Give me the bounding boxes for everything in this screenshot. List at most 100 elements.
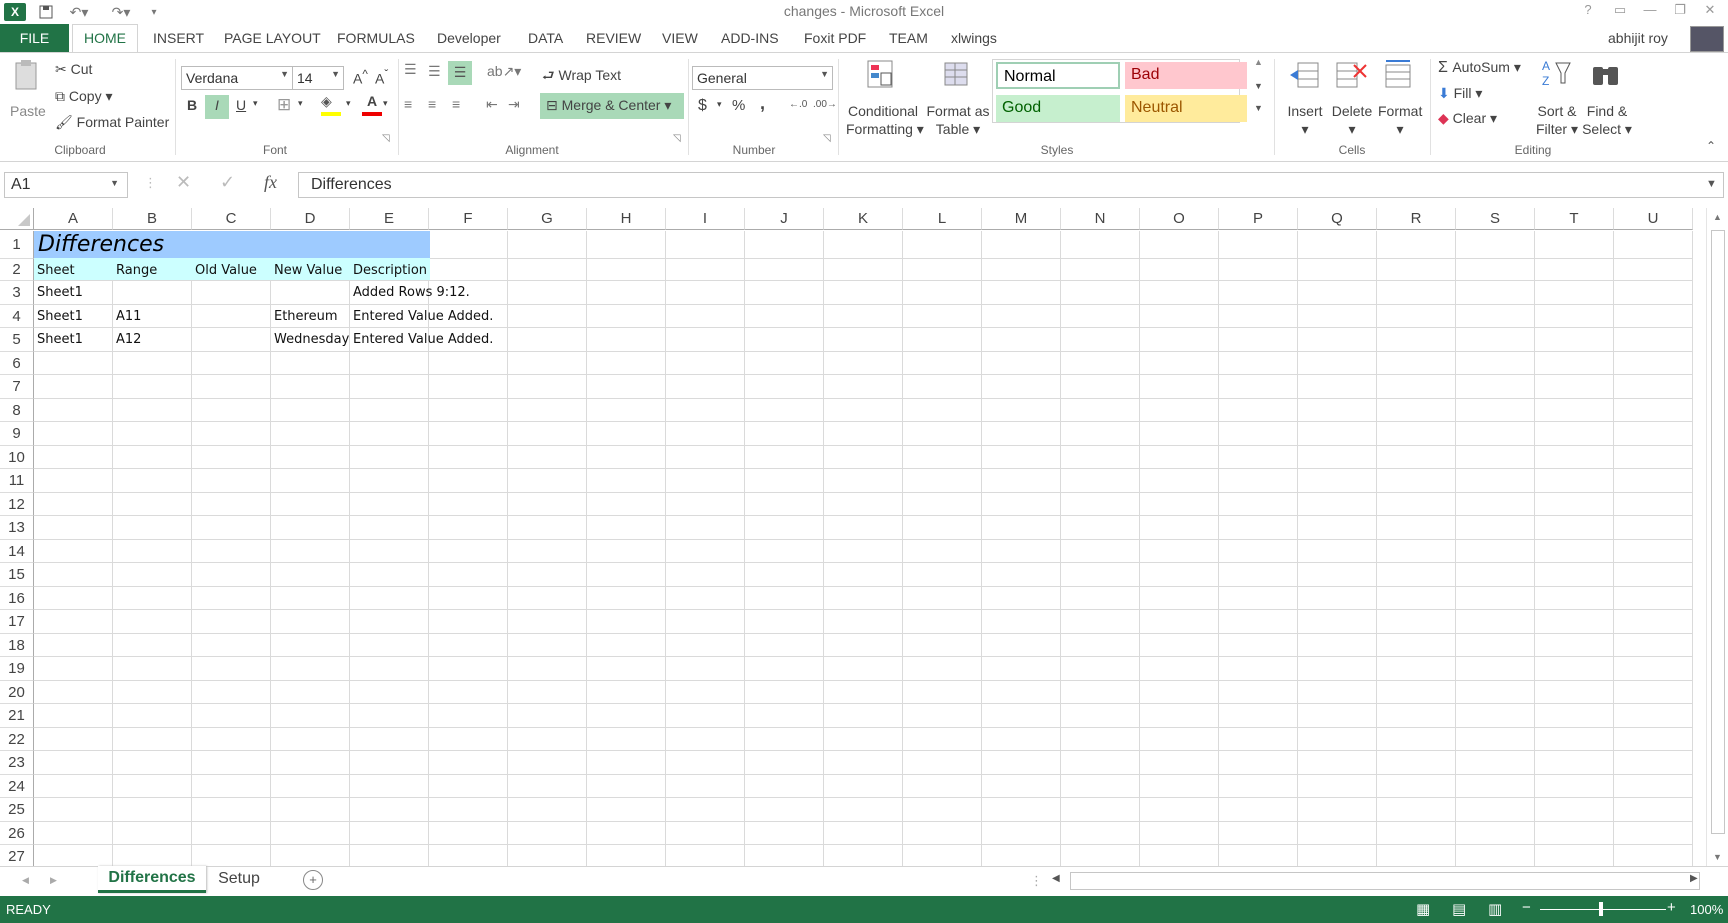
horizontal-scrollbar[interactable] — [1070, 872, 1700, 890]
sheet-title-cell[interactable]: Differences — [35, 232, 164, 257]
comma-button[interactable]: , — [760, 93, 765, 114]
row-header[interactable]: 24 — [0, 774, 34, 798]
prev-sheet-icon[interactable]: ◀ — [22, 875, 29, 886]
tab-data[interactable]: DATA — [528, 30, 563, 46]
row-header[interactable]: 22 — [0, 727, 34, 751]
number-format-select[interactable]: General ▼ — [692, 66, 833, 90]
font-color-dropdown-icon[interactable]: ▾ — [383, 98, 388, 109]
style-bad[interactable]: Bad — [1125, 62, 1247, 89]
tab-add-ins[interactable]: ADD-INS — [721, 30, 779, 46]
style-good[interactable]: Good — [996, 95, 1120, 122]
scroll-left-icon[interactable]: ◀ — [1052, 873, 1060, 884]
row-header[interactable]: 27 — [0, 845, 34, 868]
zoom-slider-thumb[interactable] — [1599, 902, 1603, 916]
row-header[interactable]: 6 — [0, 351, 34, 375]
font-dialog-launcher-icon[interactable]: ◹ — [382, 133, 390, 144]
help-button[interactable]: ? — [1576, 2, 1600, 20]
row-header[interactable]: 23 — [0, 751, 34, 775]
underline-dropdown-icon[interactable]: ▾ — [253, 98, 258, 109]
increase-indent-icon[interactable]: ⇥ — [508, 96, 520, 113]
column-header[interactable]: E — [350, 208, 429, 230]
tab-home[interactable]: HOME — [72, 24, 138, 53]
row-header[interactable]: 14 — [0, 539, 34, 563]
font-name-select[interactable]: Verdana ▼ — [181, 66, 293, 90]
column-header[interactable]: T — [1535, 208, 1614, 230]
page-layout-view-icon[interactable]: ▤ — [1452, 900, 1466, 918]
tab-team[interactable]: TEAM — [889, 30, 928, 46]
vertical-scrollbar[interactable]: ▲ ▼ — [1706, 208, 1728, 868]
zoom-out-icon[interactable]: − — [1522, 899, 1531, 916]
fill-color-icon[interactable]: ◈ — [321, 93, 341, 117]
font-color-icon[interactable]: A — [362, 93, 382, 117]
insert-function-button[interactable]: fx — [264, 172, 277, 193]
align-center-icon[interactable]: ≡ — [428, 96, 436, 112]
data-cell[interactable]: Sheet1 — [34, 309, 83, 324]
row-header[interactable]: 2 — [0, 259, 34, 281]
zoom-level[interactable]: 100% — [1690, 902, 1723, 917]
insert-cells-button[interactable]: Insert ▾ — [1285, 102, 1325, 138]
row-header[interactable]: 1 — [0, 231, 34, 259]
sort-filter-button[interactable]: Sort & Filter ▾ — [1532, 102, 1582, 138]
header-cell[interactable]: Sheet — [34, 263, 75, 278]
format-painter-button[interactable]: 🖌 Format Painter — [55, 114, 169, 131]
tab-foxit-pdf[interactable]: Foxit PDF — [804, 30, 866, 46]
close-button[interactable]: ✕ — [1698, 2, 1722, 20]
conditional-formatting-button[interactable]: Conditional Formatting ▾ — [846, 102, 924, 138]
alignment-dialog-launcher-icon[interactable]: ◹ — [673, 133, 681, 144]
clear-button[interactable]: ◆ Clear ▾ — [1438, 110, 1497, 127]
data-cell[interactable]: Ethereum — [271, 309, 338, 324]
currency-dropdown-icon[interactable]: ▾ — [717, 99, 722, 110]
data-cell[interactable]: Sheet1 — [34, 285, 83, 300]
worksheet-grid[interactable]: ABCDEFGHIJKLMNOPQRSTU 1 2 3 4 5 6 7 8 9 10 11 12 13 1… — [0, 208, 1706, 868]
data-cell[interactable]: A12 — [113, 332, 141, 347]
style-neutral[interactable]: Neutral — [1125, 95, 1247, 122]
user-name[interactable]: abhijit roy — [1608, 30, 1668, 46]
enter-icon[interactable]: ✓ — [220, 172, 235, 193]
align-right-icon[interactable]: ≡ — [452, 96, 460, 112]
column-header[interactable]: P — [1219, 208, 1298, 230]
column-header[interactable]: Q — [1298, 208, 1377, 230]
data-cell[interactable]: Added Rows 9:12. — [350, 285, 470, 300]
row-header[interactable]: 8 — [0, 398, 34, 422]
paste-icon[interactable] — [12, 59, 42, 91]
wrap-text-button[interactable]: ⮐ Wrap Text — [542, 65, 621, 89]
tab-formulas[interactable]: FORMULAS — [337, 30, 415, 46]
column-header[interactable]: N — [1061, 208, 1140, 230]
column-header[interactable]: L — [903, 208, 982, 230]
tab-split-icon[interactable]: ⋮ — [1030, 873, 1043, 889]
decrease-indent-icon[interactable]: ⇤ — [486, 96, 498, 113]
row-header[interactable]: 26 — [0, 821, 34, 845]
shrink-font-icon[interactable]: Aˇ — [375, 68, 388, 87]
row-header[interactable]: 25 — [0, 798, 34, 822]
collapse-ribbon-icon[interactable]: ⌃ — [1706, 139, 1716, 153]
grow-font-icon[interactable]: A^ — [353, 68, 368, 87]
column-header[interactable]: M — [982, 208, 1061, 230]
zoom-in-icon[interactable]: + — [1667, 899, 1676, 916]
bold-button[interactable]: B — [187, 97, 197, 113]
column-header[interactable]: J — [745, 208, 824, 230]
column-header[interactable]: S — [1456, 208, 1535, 230]
number-dialog-launcher-icon[interactable]: ◹ — [823, 133, 831, 144]
paste-button[interactable]: Paste — [10, 103, 46, 119]
format-as-table-button[interactable]: Format as Table ▾ — [926, 102, 990, 138]
sheet-tab-differences[interactable]: Differences — [98, 866, 206, 893]
column-header[interactable]: K — [824, 208, 903, 230]
header-cell[interactable]: New Value — [271, 263, 342, 278]
font-size-select[interactable]: 14 ▼ — [292, 66, 344, 90]
row-header[interactable]: 16 — [0, 586, 34, 610]
row-header[interactable]: 12 — [0, 492, 34, 516]
gallery-up-icon[interactable]: ▲ — [1254, 57, 1263, 67]
column-header[interactable]: C — [192, 208, 271, 230]
row-header[interactable]: 3 — [0, 281, 34, 305]
header-cell[interactable]: Old Value — [192, 263, 257, 278]
gallery-more-icon[interactable]: ▼ — [1254, 103, 1263, 113]
column-header[interactable]: O — [1140, 208, 1219, 230]
column-header[interactable]: U — [1614, 208, 1693, 230]
style-normal[interactable]: Normal — [996, 62, 1120, 89]
column-header[interactable]: B — [113, 208, 192, 230]
vertical-scroll-thumb[interactable] — [1711, 230, 1725, 834]
select-all-corner[interactable] — [0, 208, 34, 230]
column-header[interactable]: G — [508, 208, 587, 230]
next-sheet-icon[interactable]: ▶ — [50, 875, 57, 886]
borders-icon[interactable]: ⊞ — [277, 95, 291, 115]
